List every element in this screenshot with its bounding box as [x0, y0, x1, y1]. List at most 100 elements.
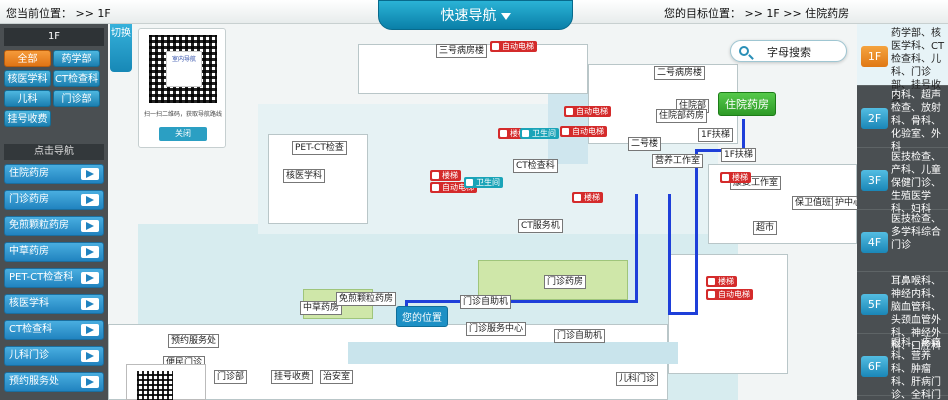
map-label[interactable]: 预约服务处 — [168, 334, 220, 348]
map-label[interactable]: 超市 — [753, 221, 778, 235]
dept-pharmacy-button[interactable]: 药学部 — [53, 50, 100, 67]
nav-item[interactable]: 预约服务处 — [4, 372, 104, 392]
map-label[interactable]: 门诊部 — [214, 370, 248, 384]
map-label[interactable]: 三号病房楼 — [436, 44, 488, 58]
map-label[interactable]: PET-CT检查 — [292, 141, 347, 155]
map-label[interactable]: 门诊自助机 — [554, 329, 606, 343]
floor-depts: 医技检查、产科、儿童保健门诊、生殖医学科、妇科 — [891, 152, 941, 215]
map-label[interactable]: 护中心 — [832, 196, 857, 210]
dept-registration-button[interactable]: 挂号收费 — [4, 110, 51, 127]
map-label[interactable]: 门诊自助机 — [460, 295, 512, 309]
floor-badge: 1F — [861, 46, 888, 67]
elevator-tag[interactable]: 自动电梯 — [560, 126, 607, 137]
dept-pediatrics-button[interactable]: 儿科 — [4, 90, 51, 107]
indoor-map[interactable]: 三号病房楼 二号病房楼 住院部 住院部药房 1F扶梯 二号楼 营养工作室 1F扶… — [108, 24, 857, 400]
elevator-tag[interactable]: 自动电梯 — [490, 41, 537, 52]
floor-badge: 4F — [861, 232, 888, 253]
map-corridor — [348, 342, 678, 364]
chevron-down-icon — [500, 12, 511, 20]
map-label[interactable]: 儿科门诊 — [616, 372, 659, 386]
floor-item-5f[interactable]: 5F 耳鼻喉科、神经内科、脑血管科、头颈血管外科、神经外科、口腔科 — [857, 272, 948, 352]
floor-item-2f[interactable]: 2F 内科、超声检查、放射科、骨科、化验室、外科 — [857, 86, 948, 153]
map-label[interactable]: CT检查科 — [513, 159, 558, 173]
qr-card: 室内导航 扫一扫二维码，获取导航路线 关闭 — [138, 28, 226, 148]
qr-logo: 室内导航 — [166, 51, 202, 87]
arrow-right-icon — [81, 376, 99, 388]
switch-button[interactable]: 切换 — [110, 24, 132, 72]
map-label[interactable]: 营养工作室 — [652, 154, 704, 168]
you-are-here-marker[interactable]: 您的位置 — [396, 306, 448, 327]
stairs-tag[interactable]: 楼梯 — [572, 192, 603, 203]
nav-item[interactable]: 核医学科 — [4, 294, 104, 314]
floor-badge: 6F — [861, 356, 888, 377]
letter-search-label: 字母搜索 — [767, 46, 811, 59]
map-label[interactable]: 免煎颗粒药房 — [336, 292, 397, 306]
left-panel: 1F 全部 药学部核医学科 CT检查科儿科 门诊部挂号收费 点击导航 住院药房 门诊药… — [0, 24, 108, 400]
nav-item-label: 中草药房 — [9, 246, 49, 257]
nav-item[interactable]: 免煎颗粒药房 — [4, 216, 104, 236]
route-segment — [695, 194, 698, 314]
target-location: 您的目标位置： >> 1F >> 住院药房 — [664, 7, 850, 20]
arrow-right-icon — [81, 350, 99, 362]
arrow-right-icon — [81, 246, 99, 258]
stairs-tag[interactable]: 楼梯 — [430, 170, 461, 181]
elevator-tag[interactable]: 自动电梯 — [564, 106, 611, 117]
map-label[interactable]: 二号病房楼 — [654, 66, 706, 80]
map-label[interactable]: 核医学科 — [283, 169, 326, 183]
floor-item-4f[interactable]: 4F 医技检查、多学科综合门诊 — [857, 210, 948, 272]
nav-item-label: CT检查科 — [9, 324, 53, 335]
route-segment — [668, 194, 671, 314]
map-label[interactable]: 挂号收费 — [271, 370, 314, 384]
route-segment — [668, 312, 698, 315]
nav-item[interactable]: 中草药房 — [4, 242, 104, 262]
stairs-tag[interactable]: 楼梯 — [706, 276, 737, 287]
floor-depts: 医技检查、多学科综合门诊 — [891, 214, 941, 251]
dept-outpatient-button[interactable]: 门诊部 — [53, 90, 100, 107]
dept-all-button[interactable]: 全部 — [4, 50, 51, 67]
floor-item-3f[interactable]: 3F 医技检查、产科、儿童保健门诊、生殖医学科、妇科 — [857, 148, 948, 215]
qr-close-button[interactable]: 关闭 — [159, 127, 207, 141]
nav-item[interactable]: 住院药房 — [4, 164, 104, 184]
restroom-tag[interactable]: 卫生间 — [520, 128, 559, 139]
qr-caption: 扫一扫二维码，获取导航路线 — [143, 111, 222, 118]
nav-item-label: 住院药房 — [9, 168, 49, 179]
floor-depts: 眼科、疼痛科、营养科、肿瘤科、肝病门诊、全科门诊、中医科 — [891, 338, 941, 400]
nav-item[interactable]: CT检查科 — [4, 320, 104, 340]
route-segment — [408, 300, 638, 303]
dept-ct-button[interactable]: CT检查科 — [53, 70, 100, 87]
arrow-right-icon — [81, 324, 99, 336]
arrow-right-icon — [81, 220, 99, 232]
nav-item[interactable]: 儿科门诊 — [4, 346, 104, 366]
search-icon — [739, 46, 749, 56]
quick-nav-button[interactable]: 快速导航 — [378, 0, 573, 30]
elevator-tag[interactable]: 自动电梯 — [706, 289, 753, 300]
dept-filter-grid: 全部 药学部核医学科 CT检查科儿科 门诊部挂号收费 — [4, 50, 106, 130]
quick-nav-label: 快速导航 — [440, 8, 497, 24]
letter-search-button[interactable]: 字母搜索 — [730, 40, 847, 62]
nav-item[interactable]: 门诊药房 — [4, 190, 104, 210]
destination-marker[interactable]: 住院药房 — [718, 92, 776, 116]
map-label[interactable]: 门诊药房 — [544, 275, 587, 289]
click-nav-header: 点击导航 — [4, 144, 104, 160]
arrow-right-icon — [81, 194, 99, 206]
qr-code-image — [137, 371, 173, 400]
dept-nuclear-button[interactable]: 核医学科 — [4, 70, 51, 87]
map-label[interactable]: 二号楼 — [628, 137, 662, 151]
floor-badge: 5F — [861, 294, 888, 315]
floor-item-6f[interactable]: 6F 眼科、疼痛科、营养科、肿瘤科、肝病门诊、全科门诊、中医科 — [857, 334, 948, 400]
nav-item-label: 免煎颗粒药房 — [9, 220, 69, 231]
map-label[interactable]: 住院部药房 — [656, 109, 708, 123]
map-label[interactable]: 治安室 — [320, 370, 354, 384]
nav-item-label: 门诊药房 — [9, 194, 49, 205]
map-label[interactable]: CT服务机 — [518, 219, 563, 233]
floor-item-1f[interactable]: 1F 药学部、核医学科、CT检查科、儿科、门诊部、挂号收费 — [857, 24, 948, 104]
map-label[interactable]: 1F扶梯 — [698, 128, 733, 142]
stairs-tag[interactable]: 楼梯 — [720, 172, 751, 183]
route-segment — [635, 194, 638, 302]
map-label[interactable]: 门诊服务中心 — [466, 322, 527, 336]
map-label[interactable]: 1F扶梯 — [721, 148, 756, 162]
nav-item-label: 儿科门诊 — [9, 350, 49, 361]
nav-item-label: PET-CT检查科 — [9, 272, 74, 283]
nav-item[interactable]: PET-CT检查科 — [4, 268, 104, 288]
restroom-tag[interactable]: 卫生间 — [464, 177, 503, 188]
